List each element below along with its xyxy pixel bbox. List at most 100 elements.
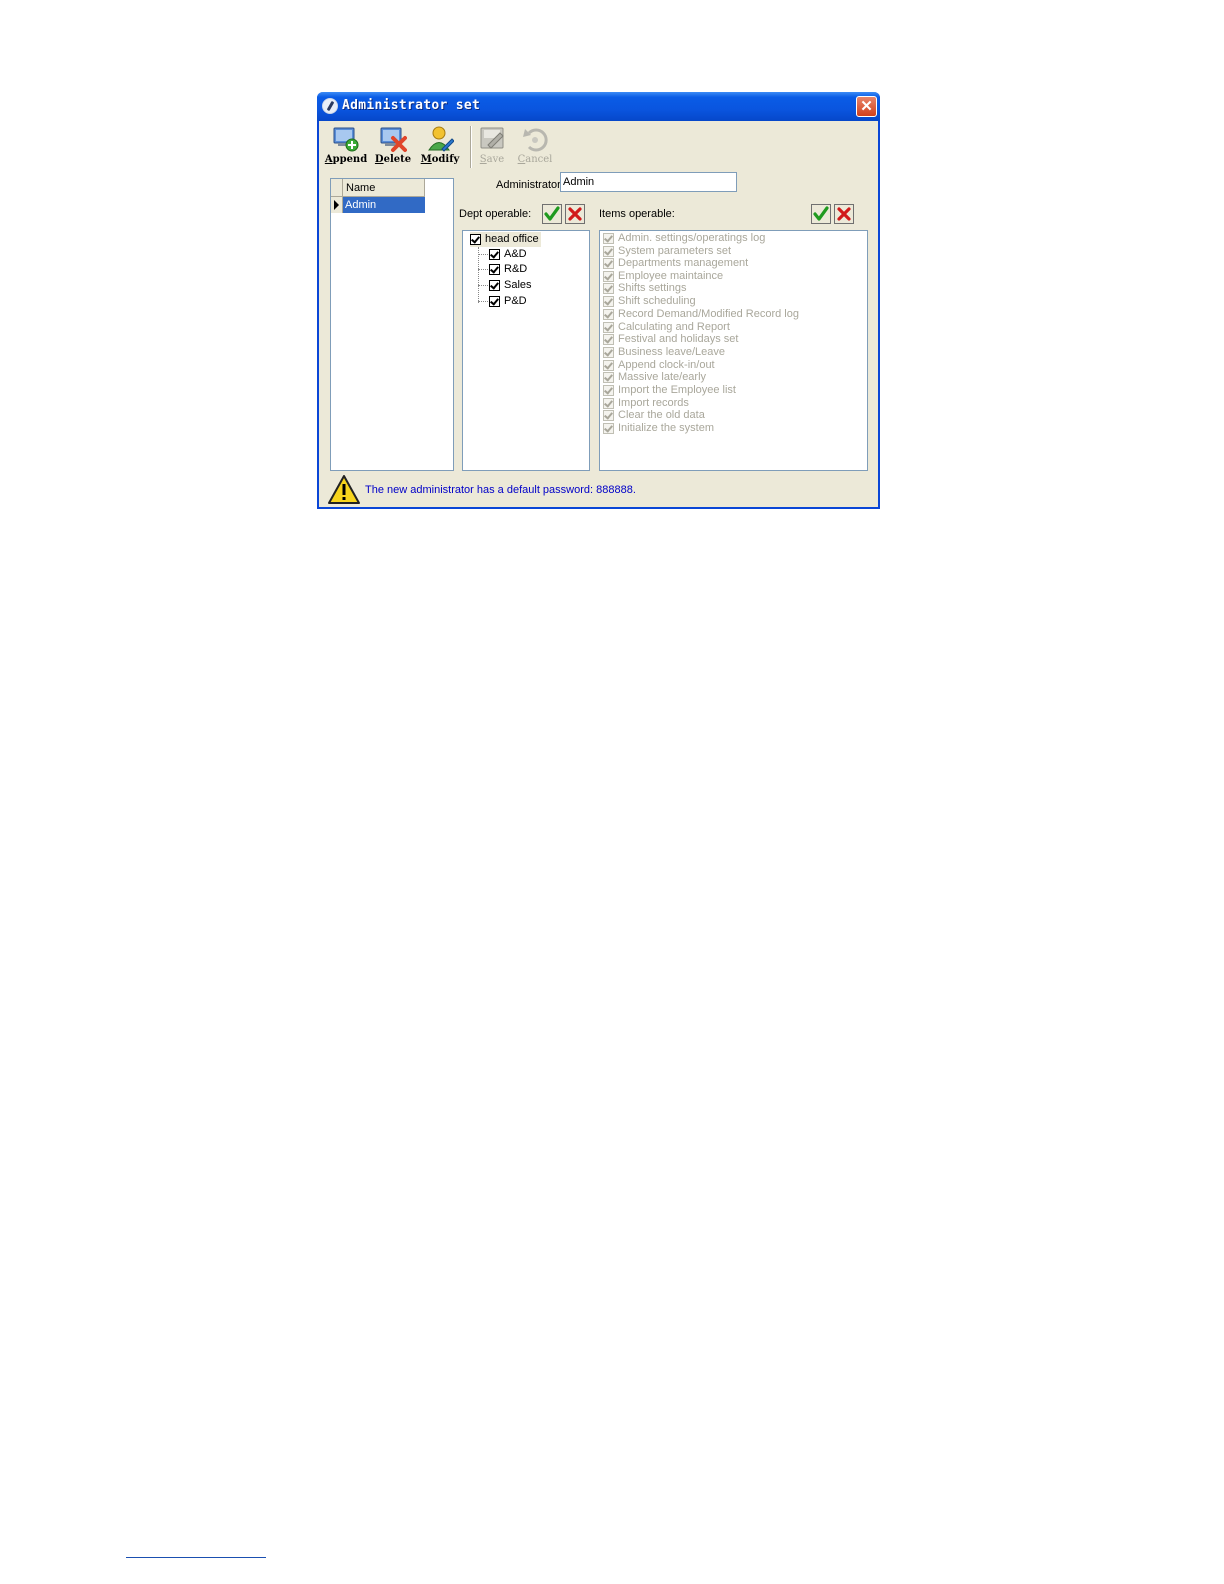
cross-icon xyxy=(568,207,582,221)
modify-user-icon xyxy=(428,126,454,152)
items-clear-all-button[interactable] xyxy=(834,204,854,224)
tree-connector xyxy=(478,301,488,302)
items-checklist[interactable]: Admin. settings/operatings log System pa… xyxy=(599,230,868,471)
checkbox[interactable] xyxy=(603,283,614,294)
items-operable-label: Items operable: xyxy=(599,208,675,220)
checkbox[interactable] xyxy=(603,309,614,320)
checkbox[interactable] xyxy=(603,347,614,358)
list-item[interactable]: Festival and holidays set xyxy=(603,333,738,346)
checkbox[interactable] xyxy=(603,410,614,421)
checkbox[interactable] xyxy=(603,423,614,434)
administrator-set-window: Administrator set ✕ Append Delete Modify… xyxy=(317,92,880,509)
modify-label: Modify xyxy=(420,154,460,165)
administrator-label: Administrator: xyxy=(496,179,564,191)
checkbox[interactable] xyxy=(603,296,614,307)
checkbox[interactable] xyxy=(603,271,614,282)
dept-tree[interactable]: head office A&D R&D Sales P&D xyxy=(462,230,590,471)
window-title: Administrator set xyxy=(342,98,481,113)
list-item-label: Festival and holidays set xyxy=(618,333,739,345)
checkbox[interactable] xyxy=(603,246,614,257)
table-row[interactable]: Admin xyxy=(331,197,425,213)
append-label: Append xyxy=(324,154,368,165)
delete-user-icon xyxy=(380,127,407,152)
cancel-icon xyxy=(523,128,548,152)
administrator-input[interactable] xyxy=(560,172,737,192)
checkbox[interactable] xyxy=(603,258,614,269)
tree-item-dept[interactable]: P&D xyxy=(489,294,527,309)
save-button[interactable]: Save xyxy=(470,124,514,169)
delete-label: Delete xyxy=(374,154,412,165)
list-item[interactable]: Shift scheduling xyxy=(603,295,696,308)
check-icon xyxy=(544,206,560,221)
checkbox[interactable] xyxy=(603,322,614,333)
checkbox[interactable] xyxy=(603,233,614,244)
items-select-all-button[interactable] xyxy=(811,204,831,224)
footnote-divider xyxy=(126,1557,266,1558)
list-item-label: Massive late/early xyxy=(618,371,707,383)
append-button[interactable]: Append xyxy=(324,124,368,169)
grid-indicator-header xyxy=(331,179,343,197)
app-clock-icon xyxy=(322,98,338,114)
close-icon: ✕ xyxy=(860,98,873,115)
list-item[interactable]: Admin. settings/operatings log xyxy=(603,232,765,245)
list-item[interactable]: Departments management xyxy=(603,257,748,270)
checkbox[interactable] xyxy=(489,249,500,260)
warning-icon xyxy=(328,475,360,504)
list-item[interactable]: Record Demand/Modified Record log xyxy=(603,308,799,321)
tree-item-label: head office xyxy=(485,233,539,245)
list-item-label: Departments management xyxy=(618,257,749,269)
dept-clear-all-button[interactable] xyxy=(565,204,585,224)
list-item-label: Initialize the system xyxy=(618,422,714,434)
grid-cell-name[interactable]: Admin xyxy=(343,197,425,213)
append-user-icon xyxy=(333,127,359,152)
list-item[interactable]: Massive late/early xyxy=(603,371,706,384)
list-item[interactable]: Shifts settings xyxy=(603,282,686,295)
checkbox[interactable] xyxy=(489,296,500,307)
row-indicator-arrow-icon xyxy=(331,197,343,213)
cross-icon xyxy=(837,207,851,221)
modify-button[interactable]: Modify xyxy=(418,124,462,169)
administrator-grid[interactable]: Name Admin xyxy=(330,178,454,471)
checkbox[interactable] xyxy=(489,264,500,275)
cancel-button[interactable]: Cancel xyxy=(513,124,557,169)
delete-button[interactable]: Delete xyxy=(371,124,415,169)
list-item[interactable]: Business leave/Leave xyxy=(603,346,725,359)
grid-header: Name xyxy=(331,179,425,197)
grid-column-name[interactable]: Name xyxy=(343,179,425,197)
tree-connector xyxy=(478,247,479,303)
list-item-label: Import the Employee list xyxy=(618,384,736,396)
tree-item-dept[interactable]: R&D xyxy=(489,262,527,277)
tree-item-dept[interactable]: A&D xyxy=(489,247,527,262)
tree-connector xyxy=(478,254,488,255)
list-item-label: Clear the old data xyxy=(618,409,705,421)
check-icon xyxy=(813,206,829,221)
tree-item-label: R&D xyxy=(504,263,528,275)
checkbox[interactable] xyxy=(603,334,614,345)
list-item-label: Record Demand/Modified Record log xyxy=(618,308,799,320)
list-item[interactable]: Initialize the system xyxy=(603,422,714,435)
checkbox[interactable] xyxy=(603,398,614,409)
status-message: The new administrator has a default pass… xyxy=(365,484,636,496)
status-bar: The new administrator has a default pass… xyxy=(327,474,867,506)
checkbox[interactable] xyxy=(489,280,500,291)
list-item-label: Shifts settings xyxy=(618,282,687,294)
checkbox[interactable] xyxy=(603,385,614,396)
title-bar[interactable]: Administrator set ✕ xyxy=(317,92,880,121)
checkbox[interactable] xyxy=(470,234,481,245)
list-item-label: Admin. settings/operatings log xyxy=(618,232,766,244)
list-item-label: Business leave/Leave xyxy=(618,346,726,358)
tree-item-head-office[interactable]: head office xyxy=(470,232,541,247)
tree-connector xyxy=(478,269,488,270)
list-item-label: Shift scheduling xyxy=(618,295,696,307)
checkbox[interactable] xyxy=(603,372,614,383)
tree-item-label: A&D xyxy=(504,248,527,260)
dept-select-all-button[interactable] xyxy=(542,204,562,224)
save-icon xyxy=(480,127,504,149)
list-item[interactable]: Import the Employee list xyxy=(603,384,736,397)
list-item[interactable]: Clear the old data xyxy=(603,409,705,422)
tree-item-dept[interactable]: Sales xyxy=(489,278,532,293)
tree-connector xyxy=(478,285,488,286)
checkbox[interactable] xyxy=(603,360,614,371)
tree-item-label: Sales xyxy=(504,279,532,291)
close-button[interactable]: ✕ xyxy=(856,96,877,117)
